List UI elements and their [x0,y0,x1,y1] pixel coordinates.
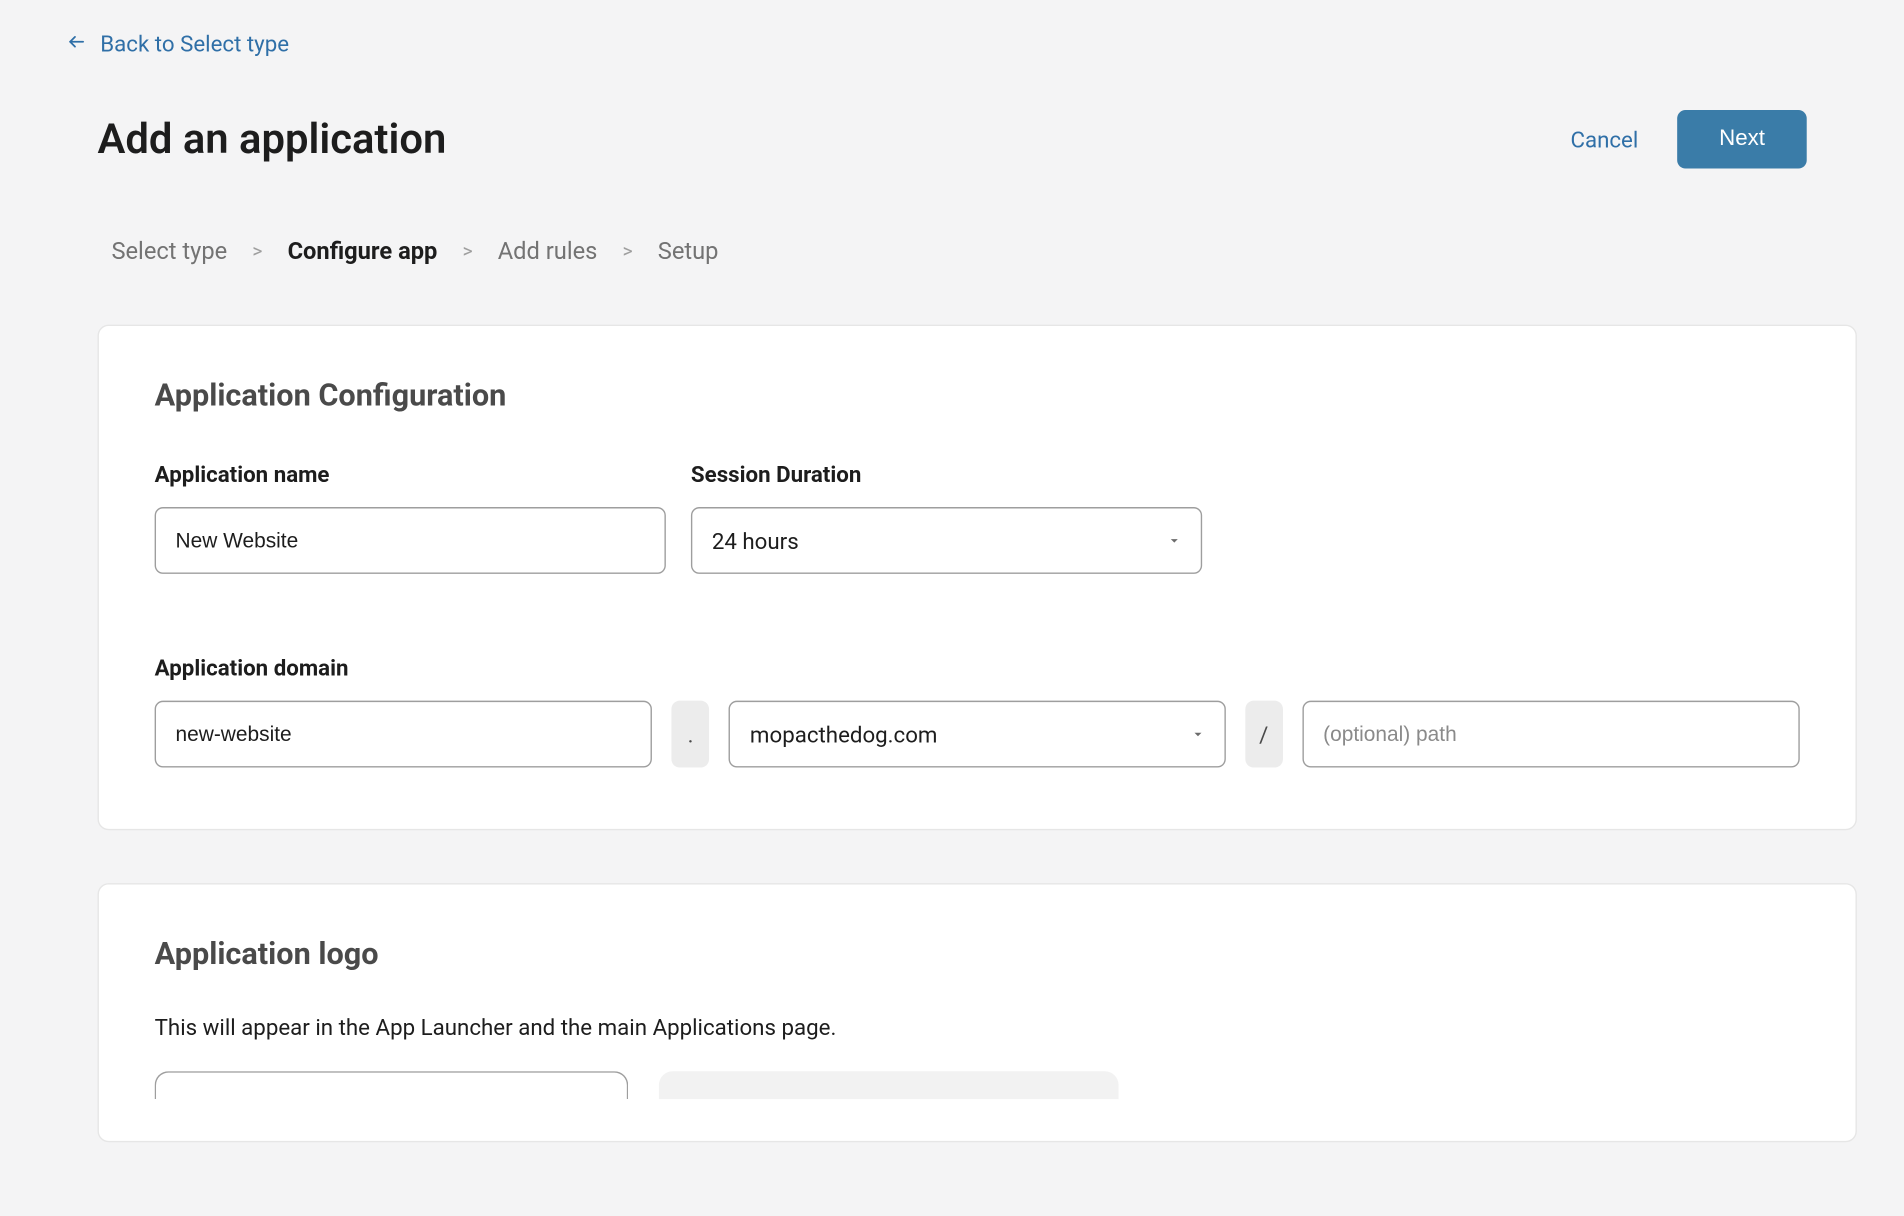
session-duration-field-group: Session Duration 24 hours [691,461,1202,574]
breadcrumb-separator: > [622,241,632,263]
slash-separator: / [1245,701,1283,768]
application-name-field-group: Application name [155,461,666,574]
domain-value: mopacthedog.com [729,701,1225,768]
application-domain-section: Application domain . mopacthedog.com / [155,655,1800,768]
back-link-label: Back to Select type [100,31,289,57]
card-title: Application Configuration [155,379,1800,414]
form-row: Application name Session Duration 24 hou… [155,461,1800,574]
logo-option-box[interactable] [659,1071,1119,1099]
session-duration-value: 24 hours [691,507,1202,574]
cancel-button[interactable]: Cancel [1570,126,1638,152]
domain-select[interactable]: mopacthedog.com [729,701,1225,768]
logo-option-box[interactable] [155,1071,629,1099]
application-name-input[interactable] [155,507,666,574]
dot-separator: . [672,701,710,768]
breadcrumb-step-configure-app[interactable]: Configure app [288,238,438,266]
breadcrumb-step-select-type[interactable]: Select type [111,238,227,266]
breadcrumb-separator: > [252,241,262,263]
breadcrumb-step-add-rules[interactable]: Add rules [498,238,598,266]
next-button[interactable]: Next [1677,110,1806,169]
back-link[interactable]: Back to Select type [67,31,289,57]
application-configuration-card: Application Configuration Application na… [98,325,1857,831]
application-domain-label: Application domain [155,655,1800,681]
subdomain-input[interactable] [155,701,653,768]
session-duration-label: Session Duration [691,461,1202,487]
header-row: Add an application Cancel Next [0,57,1904,168]
logo-options-row [155,1071,1800,1099]
header-actions: Cancel Next [1570,110,1806,169]
session-duration-select[interactable]: 24 hours [691,507,1202,574]
page-title: Add an application [98,115,447,164]
breadcrumb: Select type > Configure app > Add rules … [0,169,1904,267]
breadcrumb-separator: > [462,241,472,263]
domain-row: . mopacthedog.com / [155,701,1800,768]
breadcrumb-step-setup[interactable]: Setup [658,238,719,266]
logo-card-title: Application logo [155,937,1800,972]
logo-card-description: This will appear in the App Launcher and… [155,1014,1800,1040]
application-logo-card: Application logo This will appear in the… [98,883,1857,1142]
arrow-left-icon [67,31,87,57]
path-input[interactable] [1302,701,1800,768]
application-name-label: Application name [155,461,666,487]
